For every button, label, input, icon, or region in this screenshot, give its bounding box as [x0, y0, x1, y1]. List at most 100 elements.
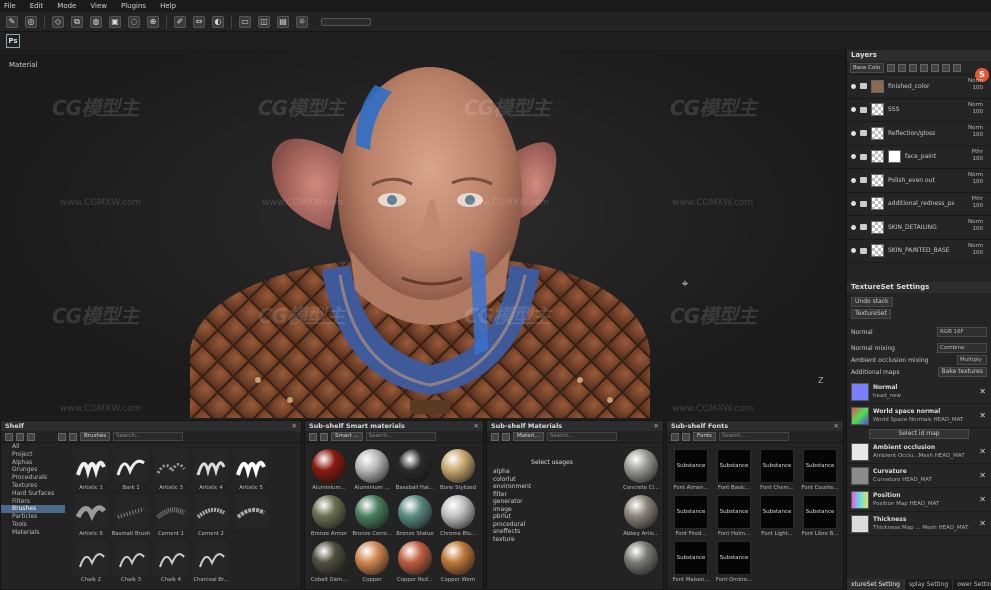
- close-icon[interactable]: ✕: [979, 471, 986, 480]
- filter-tag[interactable]: Materi...: [513, 432, 544, 441]
- category-item[interactable]: Materials: [12, 529, 65, 537]
- category-item[interactable]: Textures: [12, 482, 65, 490]
- font-item[interactable]: Substance Font Light...: [757, 495, 797, 537]
- layer-row[interactable]: SKIN_DETAILING Norm 100: [847, 216, 991, 240]
- erase-icon[interactable]: ◇: [52, 15, 64, 28]
- 3d-viewport[interactable]: Material CG模型主 CG模型主 CG模型主 CG模型主 CG模型主 C…: [0, 50, 846, 418]
- smart-material-item[interactable]: Copper: [352, 541, 392, 583]
- photoshop-export-button[interactable]: Ps: [6, 34, 20, 48]
- menu-mode[interactable]: Mode: [57, 2, 76, 10]
- close-icon[interactable]: ✕: [474, 421, 479, 431]
- filter-tag[interactable]: Smart ...: [331, 432, 363, 441]
- normal-format-select[interactable]: RGB 16F: [937, 327, 987, 337]
- category-item[interactable]: Tools: [12, 521, 65, 529]
- usage-item[interactable]: generator: [493, 498, 531, 506]
- brush-item[interactable]: Artistic 3: [151, 449, 191, 491]
- smart-material-item[interactable]: Chrome Blo...: [438, 495, 478, 537]
- clone-icon[interactable]: ⧉: [71, 15, 83, 28]
- map-row[interactable]: Curvature Curvature HEAD_MAT ✕: [847, 464, 991, 488]
- display-icon[interactable]: ▤: [277, 15, 289, 28]
- menu-edit[interactable]: Edit: [30, 2, 44, 10]
- material-item[interactable]: Concrete Cl...: [621, 449, 661, 491]
- grid-icon[interactable]: [27, 432, 35, 441]
- smart-material-item[interactable]: Bronze Statue: [395, 495, 435, 537]
- layer-row[interactable]: finished_color Norm 100: [847, 75, 991, 99]
- layer-blend[interactable]: Norm 100: [968, 125, 983, 139]
- menu-plugins[interactable]: Plugins: [121, 2, 146, 10]
- channel-select[interactable]: Base Colo: [850, 62, 884, 73]
- search-input[interactable]: Search...: [546, 432, 617, 441]
- delete-icon[interactable]: [953, 63, 961, 72]
- filter-icon[interactable]: [58, 432, 66, 441]
- layer-blend[interactable]: Norm 100: [968, 243, 983, 257]
- brush-item[interactable]: Charcoal Br...: [191, 541, 231, 583]
- close-icon[interactable]: ✕: [654, 421, 659, 431]
- usage-item[interactable]: pbrlut: [493, 513, 531, 521]
- brush-item[interactable]: Artistic 1: [71, 449, 111, 491]
- search-input[interactable]: Search...: [365, 432, 436, 441]
- filter-icon[interactable]: [491, 432, 499, 441]
- filter-tag[interactable]: Fonts: [693, 432, 716, 441]
- add-folder-icon[interactable]: [931, 63, 939, 72]
- usage-item[interactable]: image: [493, 506, 531, 514]
- smart-material-item[interactable]: Bronze Corro...: [352, 495, 392, 537]
- close-icon[interactable]: ✕: [292, 421, 297, 431]
- menu-help[interactable]: Help: [160, 2, 176, 10]
- font-item[interactable]: Substance Font Counte...: [800, 449, 840, 491]
- visibility-icon[interactable]: [851, 248, 856, 254]
- layer-blend[interactable]: Pthr 100: [972, 196, 983, 210]
- menu-view[interactable]: View: [90, 2, 107, 10]
- symmetry-icon[interactable]: ⇔: [193, 15, 205, 28]
- visibility-icon[interactable]: [851, 177, 856, 183]
- material-item[interactable]: Abbey Artis...: [621, 495, 661, 537]
- layer-blend[interactable]: Norm 100: [968, 219, 983, 233]
- layer-row[interactable]: face_paint Pthr 100: [847, 146, 991, 169]
- smart-material-item[interactable]: Aluminium ...: [352, 449, 392, 491]
- brush-item[interactable]: Basmati Brush: [111, 495, 151, 537]
- refresh-icon[interactable]: [69, 432, 77, 441]
- visibility-icon[interactable]: [851, 201, 856, 207]
- brush-item[interactable]: Cement 1: [151, 495, 191, 537]
- layer-row[interactable]: Reflection/gloss Norm 100: [847, 122, 991, 146]
- menu-file[interactable]: File: [4, 2, 16, 10]
- layer-blend[interactable]: Pthr 100: [972, 149, 983, 163]
- usage-item[interactable]: texture: [493, 536, 531, 544]
- brush-item[interactable]: Artistic 4: [191, 449, 231, 491]
- brush-item[interactable]: [231, 495, 271, 537]
- add-effect-icon[interactable]: [920, 63, 928, 72]
- add-fill-icon[interactable]: [898, 63, 906, 72]
- layer-blend[interactable]: Norm 100: [968, 78, 983, 92]
- brush-item[interactable]: Cement 2: [191, 495, 231, 537]
- close-icon[interactable]: ✕: [979, 387, 986, 396]
- tab-display-settings[interactable]: splay Setting: [905, 579, 954, 590]
- layer-row[interactable]: additional_redness_patc... Pthr100: [847, 193, 991, 216]
- smart-material-item[interactable]: Cobalt Dam...: [309, 541, 349, 583]
- brush-item[interactable]: Chalk 4: [151, 541, 191, 583]
- brush-item[interactable]: Artistic 6: [71, 495, 111, 537]
- usage-item[interactable]: sneffects: [493, 528, 531, 536]
- add-layer-icon[interactable]: [887, 63, 895, 72]
- close-icon[interactable]: ✕: [979, 411, 986, 420]
- layer-row[interactable]: SSS Norm 100: [847, 99, 991, 122]
- smart-material-item[interactable]: Baseball Hat...: [395, 449, 435, 491]
- normal-mixing-select[interactable]: Combine: [937, 343, 987, 353]
- folder-icon[interactable]: [16, 432, 24, 441]
- map-row[interactable]: World space normal World Space Normals HE…: [847, 404, 991, 428]
- brush-item[interactable]: Chalk 3: [111, 541, 151, 583]
- picker-icon[interactable]: ⊕: [147, 15, 159, 28]
- refresh-icon[interactable]: [320, 432, 328, 441]
- search-input[interactable]: Search...: [718, 432, 789, 441]
- import-icon[interactable]: [5, 432, 13, 441]
- select-id-map-button[interactable]: Select id map: [869, 429, 969, 439]
- visibility-icon[interactable]: [851, 130, 856, 136]
- smart-material-item[interactable]: Copper Red...: [395, 541, 435, 583]
- visibility-icon[interactable]: [851, 107, 856, 113]
- category-item[interactable]: Procedurals: [12, 474, 65, 482]
- add-mask-icon[interactable]: [909, 63, 917, 72]
- camera-icon[interactable]: ▭: [239, 15, 251, 28]
- category-item-selected[interactable]: Brushes: [1, 505, 65, 514]
- font-item[interactable]: Substance Font Fired...: [671, 495, 711, 537]
- usage-item[interactable]: colorlut: [493, 476, 531, 484]
- duplicate-icon[interactable]: [942, 63, 950, 72]
- light-rotation-slider[interactable]: [321, 17, 371, 26]
